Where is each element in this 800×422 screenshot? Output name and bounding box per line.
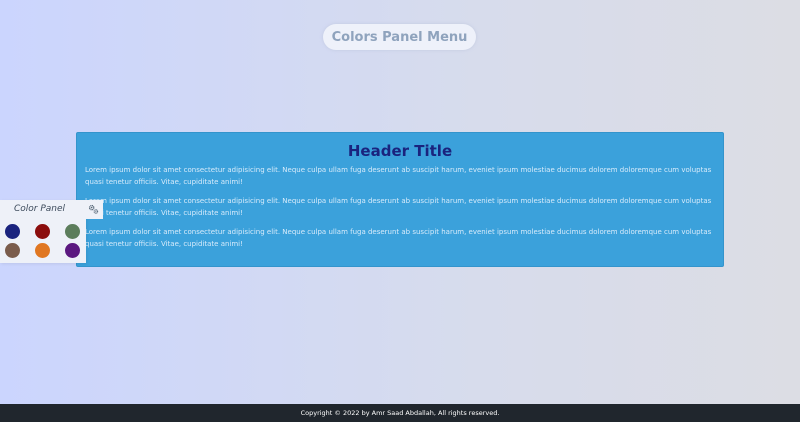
color-swatch-navy[interactable] (5, 224, 20, 239)
color-swatch-purple[interactable] (65, 243, 80, 258)
content-paragraph: Lorem ipsum dolor sit amet consectetur a… (85, 166, 712, 186)
page-title: Colors Panel Menu (331, 29, 468, 45)
color-swatch-green[interactable] (65, 224, 80, 239)
gear-icon[interactable] (88, 204, 99, 215)
color-swatches (5, 224, 80, 258)
page-title-pill: Colors Panel Menu (323, 24, 476, 50)
content-paragraph: Lorem ipsum dolor sit amet consectetur a… (85, 228, 712, 248)
content-box: Header Title Lorem ipsum dolor sit amet … (76, 132, 724, 267)
footer-copyright: Copyright © 2022 by Amr Saad Abdallah, A… (300, 409, 500, 417)
color-swatch-dark-red[interactable] (35, 224, 50, 239)
color-panel: Color Panel (0, 200, 103, 263)
color-panel-title: Color Panel (14, 204, 66, 214)
color-panel-header: Color Panel (0, 200, 103, 219)
color-swatch-orange[interactable] (35, 243, 50, 258)
header-title: Header Title (347, 142, 453, 160)
color-swatch-brown[interactable] (5, 243, 20, 258)
footer: Copyright © 2022 by Amr Saad Abdallah, A… (0, 404, 800, 422)
content-paragraph: Lorem ipsum dolor sit amet consectetur a… (85, 197, 712, 217)
